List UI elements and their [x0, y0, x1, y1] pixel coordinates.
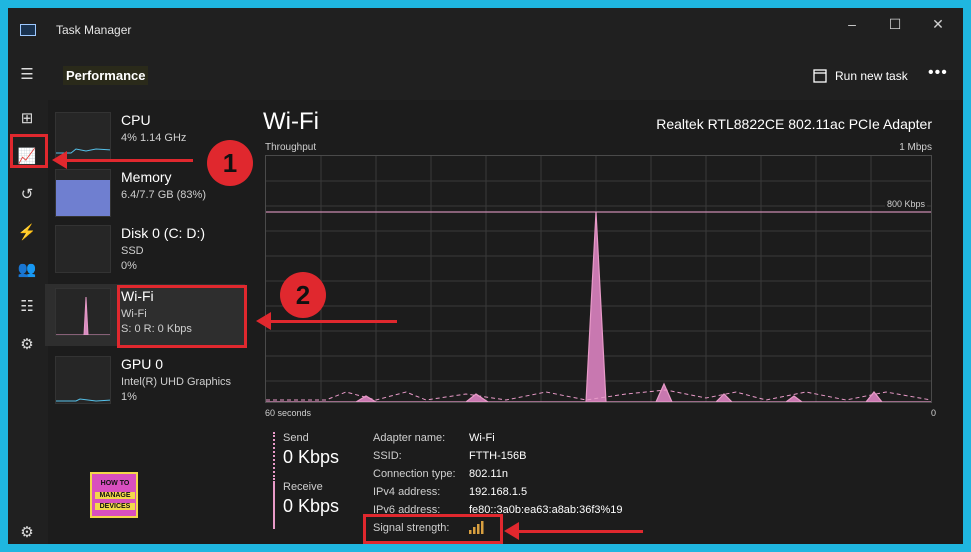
annotation-arrowhead-1	[52, 151, 67, 169]
memory-thumbnail-graph	[55, 169, 111, 217]
wifi-detail-panel: Wi-Fi Realtek RTL8822CE 802.11ac PCIe Ad…	[260, 100, 950, 534]
run-task-icon	[813, 69, 827, 83]
prop-value: 192.168.1.5	[469, 486, 528, 498]
time-axis-start: 60 seconds	[265, 408, 312, 418]
run-new-task-button[interactable]: Run new task	[813, 66, 908, 86]
throughput-label: Throughput	[265, 142, 317, 153]
prop-value: 802.11n	[469, 468, 508, 480]
adapter-name: Realtek RTL8822CE 802.11ac PCIe Adapter	[656, 116, 932, 132]
detail-title: Wi-Fi	[263, 108, 319, 135]
annotation-badge-2: 2	[280, 272, 326, 318]
time-axis-end: 0	[930, 408, 936, 418]
send-metric: Send 0 Kbps	[273, 432, 363, 480]
receive-metric: Receive 0 Kbps	[273, 481, 363, 529]
throughput-graph-svg	[266, 156, 932, 403]
prop-label: SSID:	[373, 450, 402, 462]
close-button[interactable]: ✕	[928, 16, 948, 32]
sidebar: ☰ ⊞ 📈 ↺ ⚡ 👥 ☷ ⚙ ⚙	[8, 52, 48, 544]
app-history-icon[interactable]: ↺	[14, 182, 40, 208]
prop-value: Wi-Fi	[469, 432, 495, 444]
users-icon[interactable]: 👥	[14, 257, 40, 283]
settings-gear-icon[interactable]: ⚙	[14, 520, 40, 544]
annotation-arrow-2	[270, 320, 397, 323]
run-new-task-label: Run new task	[835, 69, 908, 83]
reference-line-label: 800 Kbps	[884, 199, 927, 209]
receive-area	[266, 211, 931, 403]
more-options-button[interactable]: •••	[928, 64, 948, 82]
how-to-manage-devices-logo: HOW TO MANAGE DEVICES	[90, 472, 138, 518]
task-manager-app-icon	[20, 24, 36, 36]
wifi-thumbnail-graph	[55, 288, 111, 336]
annotation-badge-1: 1	[207, 140, 253, 186]
prop-value: FTTH-156B	[469, 450, 527, 462]
page-header: Performance Run new task •••	[48, 52, 963, 100]
disk-thumbnail-graph	[55, 225, 111, 273]
throughput-graph: 800 Kbps	[265, 155, 932, 403]
title-bar: Task Manager – ☐ ✕	[8, 8, 963, 52]
gpu-thumbnail-graph	[55, 356, 111, 404]
details-icon[interactable]: ☷	[14, 294, 40, 320]
device-item-disk[interactable]: Disk 0 (C: D:) SSD 0%	[45, 221, 245, 283]
prop-label: IPv4 address:	[373, 486, 441, 498]
services-icon[interactable]: ⚙	[14, 332, 40, 358]
performance-highlight-box	[10, 134, 48, 168]
prop-label: Connection type:	[373, 468, 456, 480]
annotation-arrowhead-3	[504, 522, 519, 540]
maximize-button[interactable]: ☐	[885, 16, 905, 32]
startup-apps-icon[interactable]: ⚡	[14, 220, 40, 246]
annotation-arrow-3	[518, 530, 643, 533]
wifi-highlight-box	[117, 285, 247, 348]
prop-label: Adapter name:	[373, 432, 446, 444]
window-title: Task Manager	[56, 23, 132, 37]
annotation-arrow-1	[66, 159, 193, 162]
processes-icon[interactable]: ⊞	[14, 106, 40, 132]
throughput-max: 1 Mbps	[899, 142, 932, 153]
annotation-arrowhead-2	[256, 312, 271, 330]
signal-strength-highlight-box	[363, 514, 503, 544]
device-item-gpu[interactable]: GPU 0 Intel(R) UHD Graphics 1%	[45, 352, 245, 414]
page-title: Performance	[63, 66, 149, 85]
minimize-button[interactable]: –	[842, 16, 862, 32]
hamburger-menu-icon[interactable]: ☰	[14, 62, 40, 88]
